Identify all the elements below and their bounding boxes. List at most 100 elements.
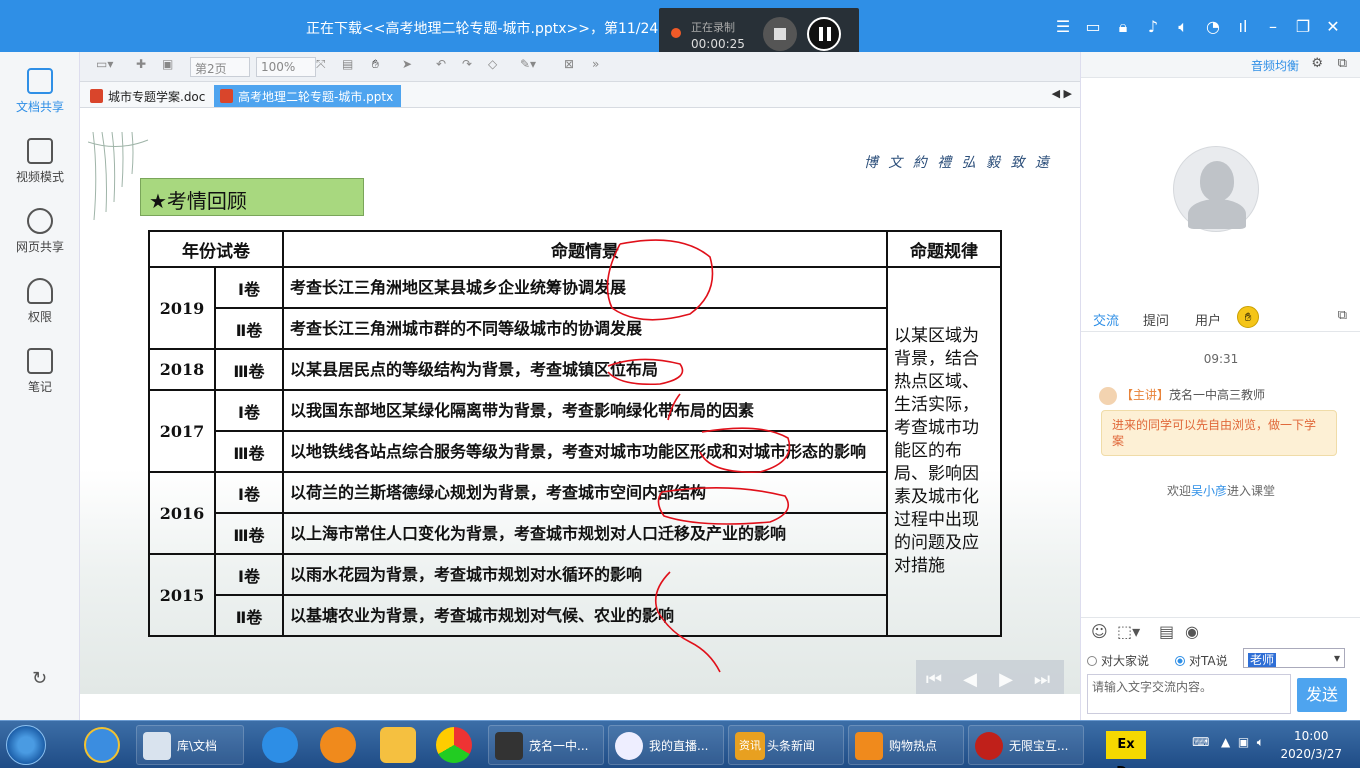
popout-icon[interactable]: ⧉ [1338,56,1347,71]
microphone-icon[interactable]: ♪ [1138,16,1168,38]
screenshot-icon[interactable]: ⬚▾ [1117,622,1140,641]
target-value: 老师 [1248,653,1277,667]
key-icon [27,278,53,304]
emoji-icon[interactable]: ☺ [1091,622,1108,641]
fox-icon[interactable] [320,727,356,763]
chat-input[interactable]: 请输入文字交流内容。 [1087,674,1291,714]
redo-icon[interactable]: ↷ [462,57,472,77]
next-slide-icon[interactable]: ▶ [988,660,1024,694]
clock-icon[interactable]: ◔ [1198,16,1228,38]
maximize-button[interactable]: ❐ [1288,16,1318,38]
mode-all-radio[interactable]: 对大家说 [1087,652,1149,669]
prev-slide-icon[interactable]: ◀ [952,660,988,694]
left-sidebar: 文档共享 视频模式 网页共享 权限 笔记 ↻ [0,52,80,720]
paper-cell: Ⅰ卷 [214,471,284,514]
taskbar-item-classroom[interactable]: 茂名一中... [488,725,604,765]
mode-ta-radio[interactable]: 对TA说 [1175,652,1228,669]
system-tray: ⌨ ▲ ▣ 🔈︎ [1192,735,1264,750]
sidebar-item-document-share[interactable]: 文档共享 [0,68,80,115]
paper-cell: Ⅱ卷 [214,594,284,637]
arrow-up-icon[interactable]: ▲ [1221,735,1230,749]
chat-icon[interactable]: ▭ [1078,16,1108,38]
hand-tool-icon[interactable]: ✋︎ [372,57,379,77]
table-header-row: 年份试卷 命题情景 命题规律 [148,230,1002,268]
taskbar-item-label: 茂名一中... [529,739,589,753]
sidebar-item-video-mode[interactable]: 视频模式 [0,138,80,185]
system-clock[interactable]: 10:00 2020/3/27 [1280,727,1342,763]
first-slide-icon[interactable]: ⏮︎ [916,660,952,694]
target-select[interactable]: 老师 ▾ [1243,648,1345,668]
box-icon[interactable] [380,727,416,763]
taskbar-item-news[interactable]: 资讯 头条新闻 [728,725,844,765]
more-icon[interactable]: » [592,57,599,77]
settings-icon[interactable]: ⚙ [1311,56,1323,71]
clock-date: 2020/3/27 [1280,747,1342,761]
sidebar-item-web-share[interactable]: 网页共享 [0,208,80,255]
pointer-icon[interactable]: ➤ [402,57,412,77]
menu-icon[interactable]: ☰ [1048,16,1078,38]
ie-icon[interactable] [84,727,120,763]
sidebar-item-notes[interactable]: 笔记 [0,348,80,395]
undo-icon[interactable]: ↶ [436,57,446,77]
taskbar-item-label: 购物热点 [889,739,938,753]
welcome-user[interactable]: 吴小彦 [1191,484,1227,498]
tab-chat[interactable]: 交流 [1093,310,1119,329]
slide-nav-buttons: ⏮︎ ◀ ▶ ⏭︎ [916,660,1064,694]
tab-users[interactable]: 用户 [1195,310,1221,329]
taskbar-item-label: 库\文档 [177,739,218,753]
close-button[interactable]: ✕ [1318,16,1348,38]
tab-pptx[interactable]: 高考地理二轮专题-城市.pptx [214,85,402,107]
expand-icon[interactable]: ⧉ [1338,308,1347,323]
send-button[interactable]: 发送 [1297,678,1347,712]
taskbar-item-live[interactable]: 我的直播... [608,725,724,765]
fit-screen-icon[interactable]: ⤧ [316,57,326,77]
new-page-icon[interactable]: ✚ [136,57,146,77]
minimize-button[interactable]: – [1258,16,1288,38]
chrome-icon[interactable] [436,727,472,763]
refresh-icon[interactable]: ↻ [32,668,47,689]
crop-icon[interactable]: ⊠ [564,57,574,77]
folder-icon[interactable]: ▭▾ [96,57,113,77]
taskbar-item-label: 无限宝互... [1009,739,1069,753]
sidebar-item-permissions[interactable]: 权限 [0,278,80,325]
speaker-icon[interactable]: 🔈︎ [1168,16,1198,38]
start-button[interactable] [6,725,46,765]
taskbar-item-library[interactable]: 库\文档 [136,725,244,765]
avatar-body [1188,199,1246,229]
last-slide-icon[interactable]: ⏭︎ [1024,660,1060,694]
sender-role: 【主讲】 [1121,388,1170,402]
save-icon[interactable]: ▣ [162,57,173,77]
signal-icon[interactable]: ıl [1228,16,1258,38]
browser-icon[interactable] [262,727,298,763]
eraser-icon[interactable]: ◇ [488,57,497,77]
network-icon[interactable]: ▣ [1238,735,1249,749]
table-row: 2017 Ⅰ卷 以我国东部地区某绿化隔离带为背景，考查影响绿化带布局的因素 [148,389,1001,473]
topic-cell: 考查长江三角洲城市群的不同等级城市的协调发展 [282,307,888,350]
tab-doc[interactable]: 城市专题学案.doc [84,85,213,107]
raise-hand-icon[interactable]: ✋︎ [1237,306,1259,328]
window-icon[interactable]: ▤ [342,57,353,77]
exde-app[interactable]: Ex De [1106,731,1146,768]
document-toolbar: ▭▾ ✚ ▣ 第2页 100% ⤧ ▤ ✋︎ ➤ ↶ ↷ ◇ ✎▾ ⊠ » [80,52,1080,82]
eye-icon[interactable]: ◉ [1185,622,1199,641]
tab-scroll-arrows[interactable]: ◀ ▶ [1052,87,1072,100]
audio-balance-link[interactable]: 音频均衡 [1251,57,1299,74]
welcome-suffix: 进入课堂 [1227,484,1276,498]
page-select[interactable]: 第2页 [190,57,250,77]
pause-record-button[interactable] [807,17,841,51]
clipboard-icon[interactable]: ▤ [1159,622,1174,641]
paper-cell: Ⅱ卷 [214,307,284,350]
taskbar-item-label: 我的直播... [649,739,709,753]
tab-questions[interactable]: 提问 [1143,310,1169,329]
stop-record-button[interactable] [763,17,797,51]
volume-icon[interactable]: 🔈︎ [1257,735,1264,749]
stop-icon [774,28,786,40]
keyboard-icon[interactable]: ⌨ [1192,735,1209,749]
pen-icon[interactable]: ✎▾ [520,57,536,77]
cloud-icon [27,208,53,234]
zoom-select[interactable]: 100% [256,57,316,77]
lock-icon[interactable]: 🔒︎ [1108,16,1138,38]
taskbar-item-shopping[interactable]: 购物热点 [848,725,964,765]
taskbar-item-wuxianbao[interactable]: 无限宝互... [968,725,1084,765]
window-controls: ☰ ▭ 🔒︎ ♪ 🔈︎ ◔ ıl – ❐ ✕ [1048,16,1348,38]
